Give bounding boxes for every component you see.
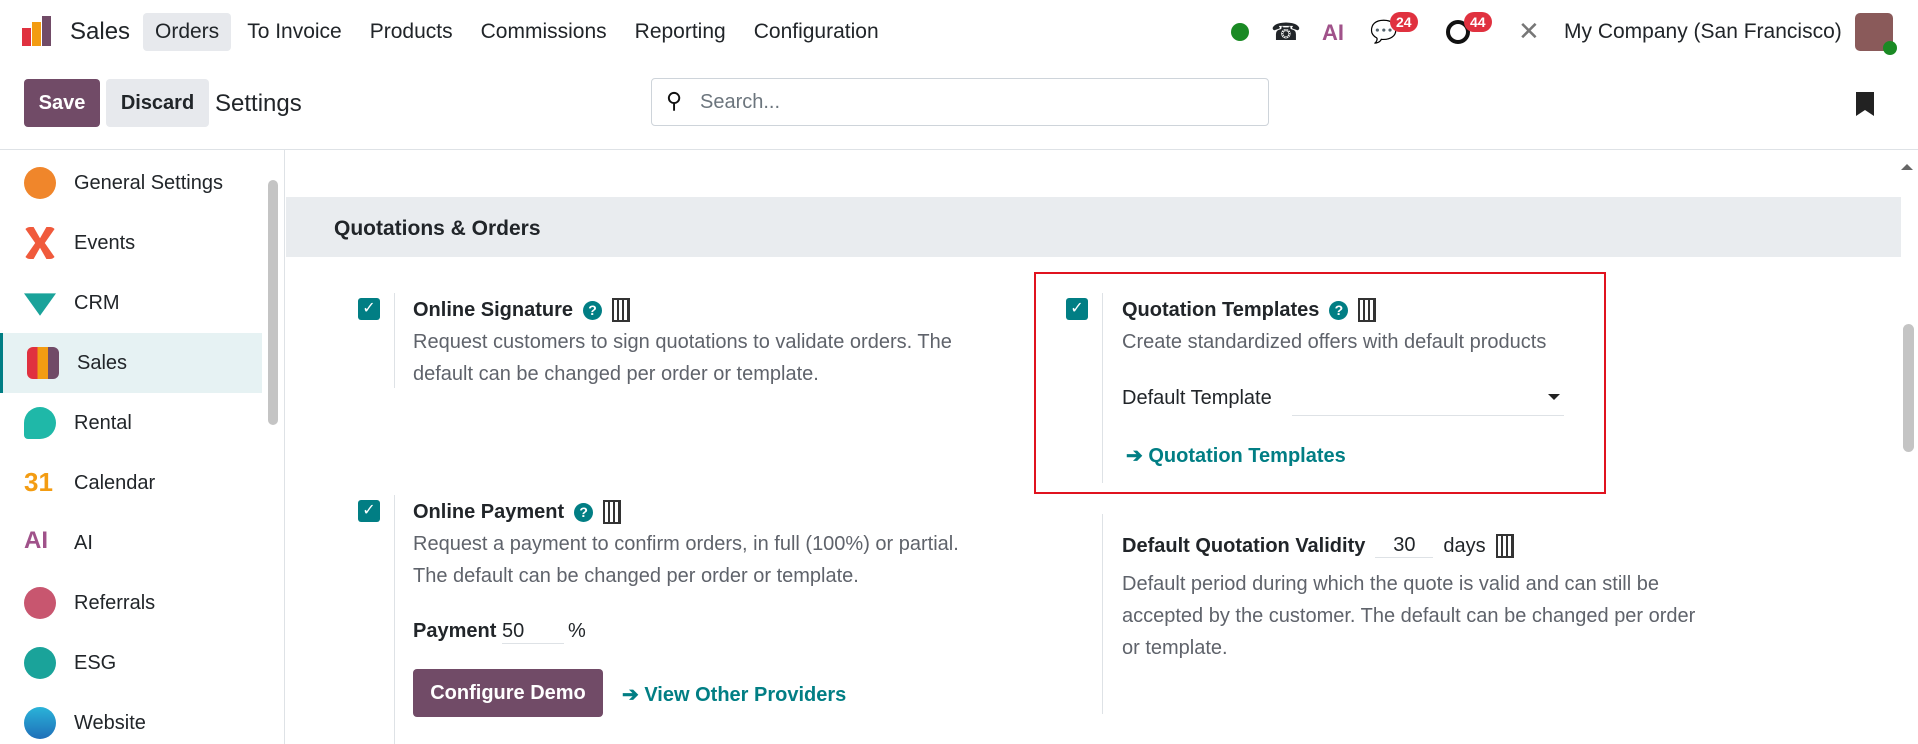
sales-icon — [27, 347, 59, 379]
sidebar-label: Sales — [77, 351, 128, 374]
company-building-icon — [1358, 298, 1377, 322]
payment-label: Payment — [413, 620, 497, 642]
page-title: Settings — [215, 90, 302, 117]
sidebar-item-ai[interactable]: AI AI — [0, 513, 262, 573]
validity-description: Default period during which the quote is… — [1122, 573, 1696, 659]
settings-sidebar: General Settings Events CRM Sales Rental… — [0, 150, 285, 744]
default-template-select[interactable] — [1292, 380, 1564, 416]
tools-icon[interactable]: ✕ — [1518, 16, 1540, 47]
sidebar-label: Referrals — [74, 591, 156, 614]
online-signature-title: Online Signature? — [413, 298, 631, 322]
sidebar-item-sales[interactable]: Sales — [0, 333, 262, 393]
sidebar-label: Events — [74, 231, 136, 254]
sidebar-item-referrals[interactable]: Referrals — [0, 573, 262, 633]
status-online-icon — [1231, 23, 1249, 41]
menu-commissions[interactable]: Commissions — [469, 13, 619, 51]
sidebar-item-crm[interactable]: CRM — [0, 273, 262, 333]
quotation-templates-title: Quotation Templates? — [1122, 298, 1377, 322]
sidebar-label: Rental — [74, 411, 132, 434]
user-avatar[interactable] — [1855, 13, 1897, 55]
sidebar-label: ESG — [74, 651, 117, 674]
default-template-label: Default Template — [1122, 387, 1272, 409]
online-signature-description: Request customers to sign quotations to … — [413, 331, 952, 385]
esg-icon — [24, 647, 56, 679]
quotation-templates-link[interactable]: ➔ Quotation Templates — [1126, 443, 1346, 468]
online-payment-title: Online Payment? — [413, 500, 622, 524]
online-signature-checkbox[interactable]: ✓ — [358, 298, 380, 320]
help-icon[interactable]: ? — [574, 502, 594, 522]
menu-reporting[interactable]: Reporting — [623, 13, 738, 51]
quotation-templates-checkbox[interactable]: ✓ — [1066, 298, 1088, 320]
quotation-templates-description: Create standardized offers with default … — [1122, 331, 1547, 353]
sales-app-logo-icon[interactable] — [22, 16, 52, 46]
search-placeholder: Search... — [700, 90, 781, 113]
menu-products[interactable]: Products — [358, 13, 465, 51]
validity-row: Default Quotation Validity 30 days — [1122, 534, 1514, 558]
section-header: Quotations & Orders — [286, 197, 1901, 257]
payment-percent-input[interactable]: 50 — [502, 620, 564, 644]
search-icon: ⚲ — [666, 88, 683, 113]
top-navbar: Sales Orders To Invoice Products Commiss… — [0, 0, 1918, 64]
help-icon[interactable]: ? — [583, 300, 603, 320]
activities-badge: 44 — [1464, 12, 1492, 32]
company-building-icon — [612, 298, 631, 322]
online-payment-checkbox[interactable]: ✓ — [358, 500, 380, 522]
payment-percent-unit: % — [568, 620, 586, 642]
referrals-icon — [24, 587, 56, 619]
sidebar-item-events[interactable]: Events — [0, 213, 262, 273]
company-building-icon — [1495, 534, 1514, 558]
scroll-up-icon[interactable] — [1901, 158, 1913, 170]
crm-icon — [24, 293, 56, 316]
configure-demo-button[interactable]: Configure Demo — [413, 669, 603, 717]
company-building-icon — [603, 500, 622, 524]
bookmark-icon[interactable] — [1856, 92, 1874, 116]
validity-days-input[interactable]: 30 — [1375, 534, 1434, 558]
sidebar-scrollbar[interactable] — [268, 180, 278, 425]
sidebar-item-esg[interactable]: ESG — [0, 633, 262, 693]
menu-orders[interactable]: Orders — [143, 13, 232, 51]
website-icon — [24, 707, 56, 739]
phone-icon[interactable]: ☎ — [1271, 18, 1301, 47]
view-other-providers-link[interactable]: ➔ View Other Providers — [622, 682, 846, 707]
menu-configuration[interactable]: Configuration — [742, 13, 891, 51]
events-icon — [24, 227, 56, 259]
control-panel: Save Discard Settings ⚲ Search... — [0, 64, 1918, 150]
general-settings-icon — [24, 167, 56, 199]
rental-key-icon — [24, 407, 56, 439]
sidebar-label: AI — [74, 531, 93, 554]
discard-button[interactable]: Discard — [106, 79, 209, 127]
sidebar-label: Calendar — [74, 471, 156, 494]
sidebar-item-website[interactable]: Website — [0, 693, 262, 744]
company-switcher[interactable]: My Company (San Francisco) — [1564, 20, 1842, 44]
sidebar-item-general-settings[interactable]: General Settings — [0, 153, 262, 213]
ai-icon[interactable]: AI — [1322, 20, 1344, 46]
sidebar-label: CRM — [74, 291, 120, 314]
sidebar-item-calendar[interactable]: 31 Calendar — [0, 453, 262, 513]
save-button[interactable]: Save — [24, 79, 100, 127]
sidebar-item-rental[interactable]: Rental — [0, 393, 262, 453]
app-name[interactable]: Sales — [70, 18, 130, 46]
main-scrollbar[interactable] — [1903, 324, 1914, 452]
messages-badge: 24 — [1390, 12, 1418, 32]
ai-icon: AI — [24, 527, 48, 554]
online-payment-description: Request a payment to confirm orders, in … — [413, 533, 959, 587]
sidebar-label: Website — [74, 711, 146, 734]
sidebar-label: General Settings — [74, 171, 223, 194]
settings-content: Quotations & Orders ✓ Online Signature? … — [286, 150, 1918, 744]
search-input[interactable]: ⚲ Search... — [651, 78, 1269, 126]
dropdown-caret-icon — [1548, 394, 1560, 406]
menu-to-invoice[interactable]: To Invoice — [235, 13, 354, 51]
help-icon[interactable]: ? — [1329, 300, 1349, 320]
main-menu: Orders To Invoice Products Commissions R… — [143, 13, 891, 51]
